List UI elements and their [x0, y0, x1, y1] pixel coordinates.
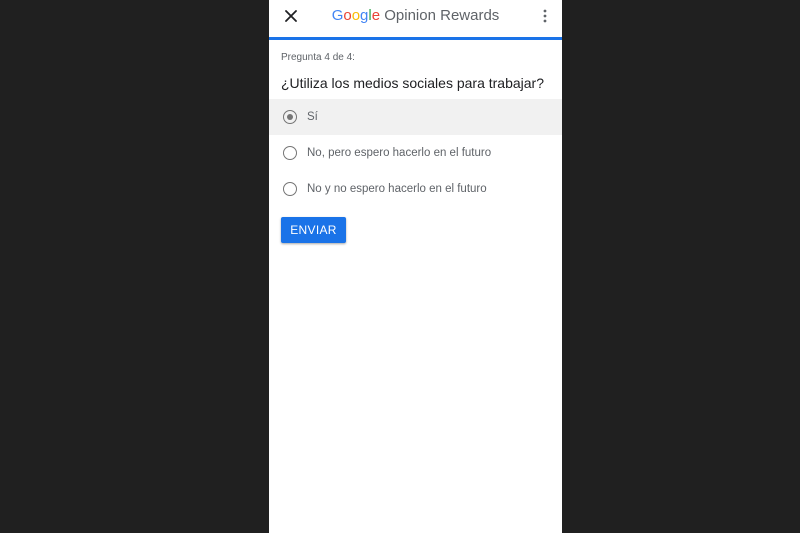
option-si[interactable]: Sí [269, 99, 562, 135]
google-letter: G [331, 7, 344, 24]
app-title: Google Opinion Rewards [269, 7, 562, 24]
radio-selected-icon[interactable] [283, 110, 297, 124]
more-vert-icon [543, 9, 547, 23]
app-title-rest: Opinion Rewards [380, 7, 500, 24]
app-bar: Google Opinion Rewards [269, 0, 562, 36]
option-no-future[interactable]: No, pero espero hacerlo en el futuro [269, 135, 562, 171]
question-step: Pregunta 4 de 4: [281, 52, 355, 63]
option-label: No, pero espero hacerlo en el futuro [307, 147, 492, 159]
google-logo-text: Google [332, 7, 380, 24]
more-options-button[interactable] [538, 6, 552, 26]
survey-progress-fill [269, 37, 562, 40]
option-label: No y no espero hacerlo en el futuro [307, 183, 487, 195]
google-letter: e [371, 7, 381, 24]
answer-options: Sí No, pero espero hacerlo en el futuro … [269, 99, 562, 207]
radio-unselected-icon[interactable] [283, 146, 297, 160]
option-no-never[interactable]: No y no espero hacerlo en el futuro [269, 171, 562, 207]
google-letter: o [343, 7, 352, 24]
option-label: Sí [307, 111, 318, 123]
app-screen: Google Opinion Rewards Pregunta 4 de 4: … [269, 0, 562, 533]
survey-progress-bar [269, 37, 562, 40]
question-text: ¿Utiliza los medios sociales para trabaj… [281, 75, 544, 91]
google-letter: o [351, 7, 361, 24]
radio-unselected-icon[interactable] [283, 182, 297, 196]
submit-button[interactable]: ENVIAR [281, 217, 346, 243]
